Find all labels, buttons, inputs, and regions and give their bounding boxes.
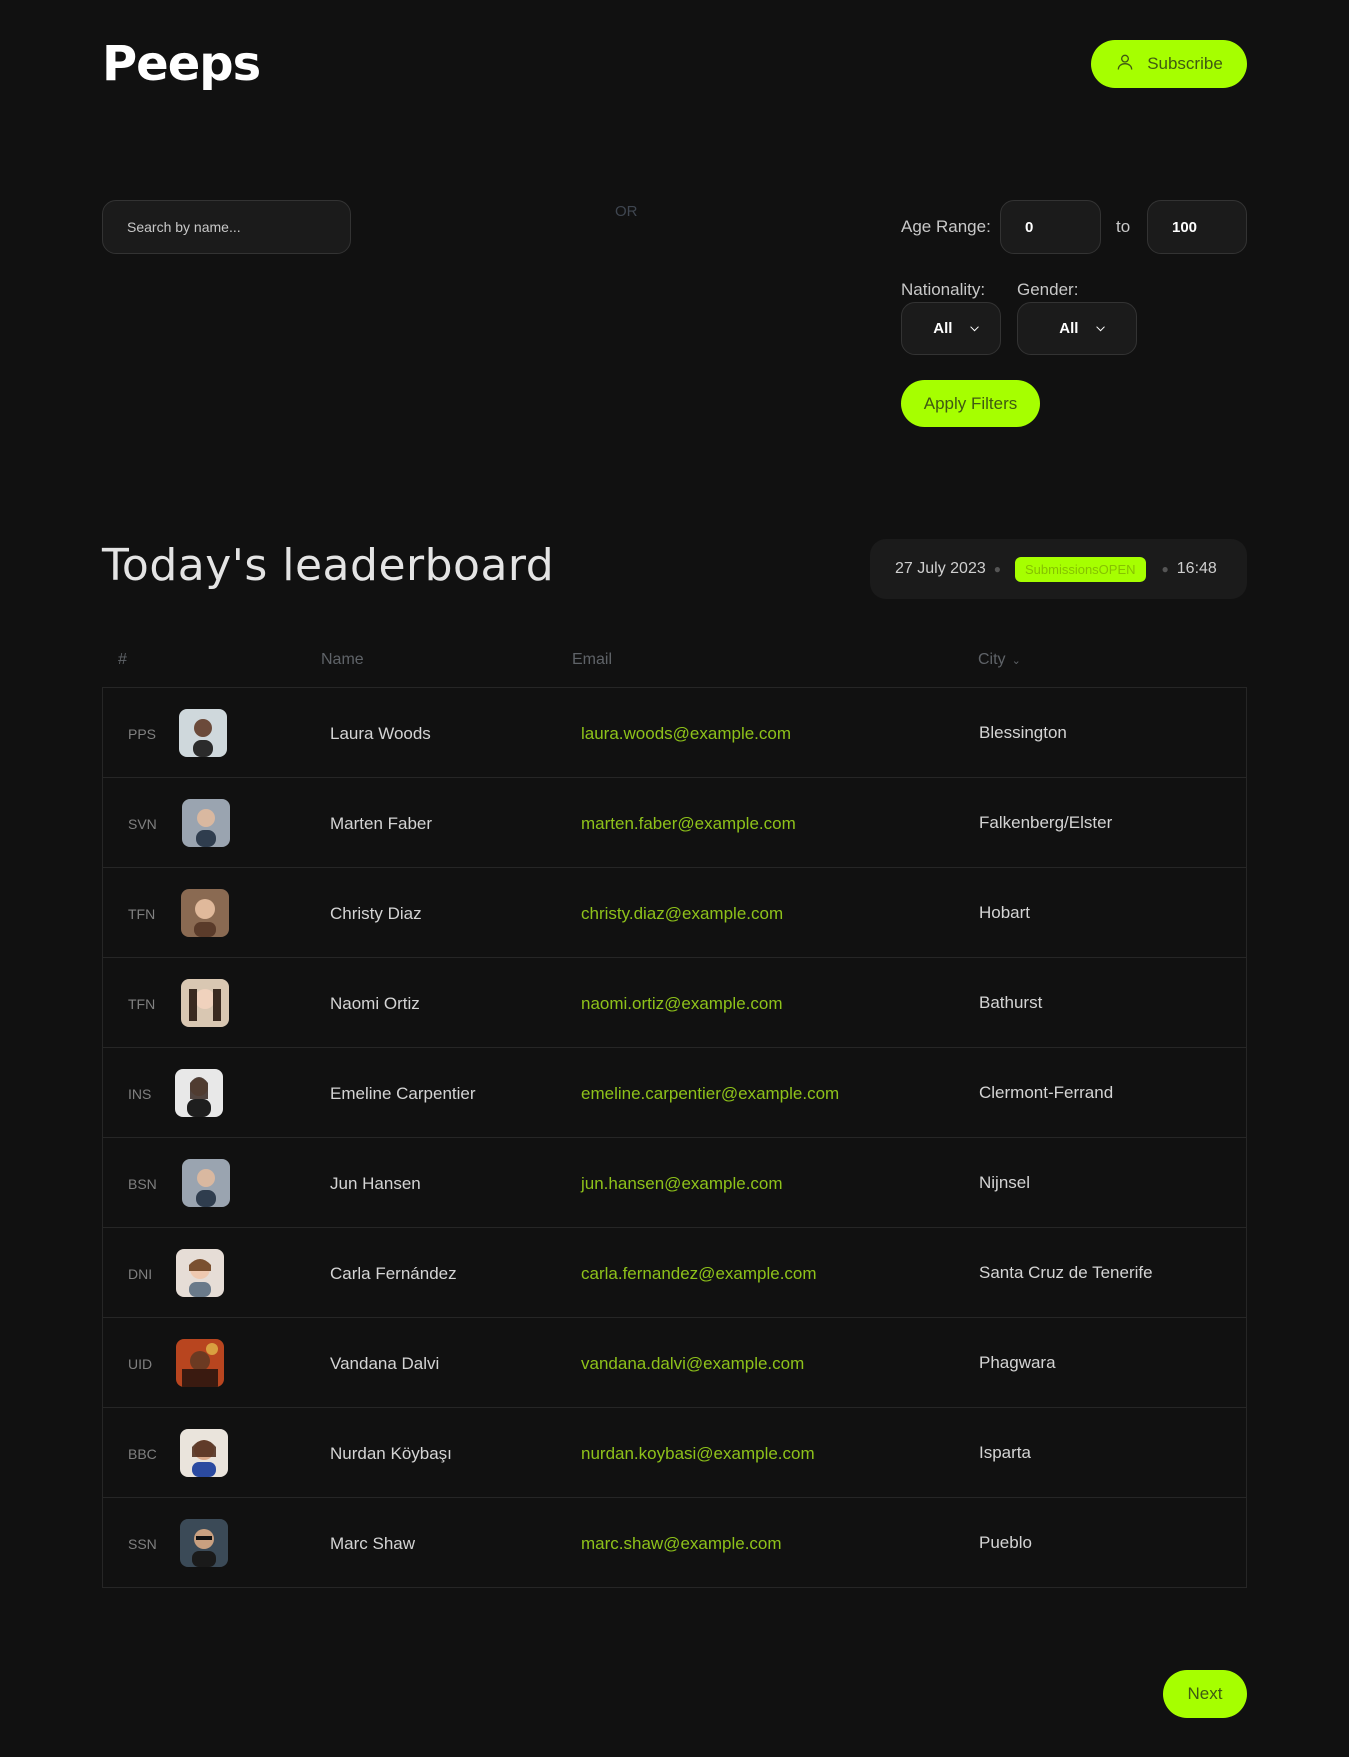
leaderboard-time: 16:48 [1176, 560, 1217, 577]
age-min-input[interactable] [1000, 200, 1101, 254]
page: Peeps Subscribe OR Age Range: to Nationa… [0, 0, 1349, 1757]
person-name: Carla Fernández [330, 1264, 457, 1283]
avatar [182, 799, 230, 847]
leaderboard-title: Today's leaderboard [102, 540, 555, 591]
id-code: UID [128, 1356, 153, 1372]
person-name: Nurdan Köybaşı [330, 1444, 452, 1463]
id-code: SVN [128, 816, 157, 832]
apply-filters-button[interactable]: Apply Filters [901, 380, 1040, 427]
avatar [176, 1249, 224, 1297]
table-row: TFN Naomi Ortiz naomi.ortiz@example.com … [103, 958, 1246, 1048]
column-header-city[interactable]: City ⌄ [978, 651, 1021, 669]
id-code: TFN [128, 996, 156, 1012]
age-range-label: Age Range: [901, 217, 991, 236]
user-icon [1115, 52, 1135, 77]
person-name: Marten Faber [330, 814, 433, 833]
city: Bathurst [979, 993, 1043, 1012]
column-header-number: # [118, 651, 127, 668]
city: Nijnsel [979, 1173, 1031, 1192]
email-link[interactable]: naomi.ortiz@example.com [581, 994, 783, 1014]
chevron-down-icon: ⌵ [1096, 322, 1105, 334]
table-row: SSN Marc Shaw marc.shaw@example.com Pueb… [103, 1498, 1246, 1588]
leaderboard-date: 27 July 2023 [895, 560, 986, 577]
dot-separator: ● [1161, 562, 1169, 576]
id-code: INS [128, 1086, 152, 1102]
city: Pueblo [979, 1533, 1032, 1552]
person-name: Laura Woods [330, 724, 431, 743]
gender-select[interactable]: All ⌵ [1017, 302, 1137, 355]
email-link[interactable]: marc.shaw@example.com [581, 1534, 782, 1554]
email-link[interactable]: nurdan.koybasi@example.com [581, 1444, 815, 1464]
avatar [180, 1429, 228, 1477]
table-row: BBC Nurdan Köybaşı nurdan.koybasi@exampl… [103, 1408, 1246, 1498]
nationality-label: Nationality: [901, 280, 986, 299]
id-code: BSN [128, 1176, 157, 1192]
avatar [179, 709, 227, 757]
leaderboard-table: PPS Laura Woods laura.woods@example.com … [102, 687, 1247, 1588]
nationality-select[interactable]: All ⌵ [901, 302, 1001, 355]
submissions-badge: SubmissionsOPEN [1014, 556, 1146, 582]
email-link[interactable]: vandana.dalvi@example.com [581, 1354, 804, 1374]
age-to-label: to [1116, 217, 1131, 236]
avatar [181, 979, 229, 1027]
table-row: BSN Jun Hansen jun.hansen@example.com Ni… [103, 1138, 1246, 1228]
dot-separator: ● [993, 562, 1001, 576]
id-code: PPS [128, 726, 157, 742]
chevron-down-icon: ⌵ [970, 322, 979, 334]
gender-value: All [1059, 320, 1079, 337]
email-link[interactable]: jun.hansen@example.com [581, 1174, 783, 1194]
next-button[interactable]: Next [1163, 1670, 1247, 1718]
person-name: Emeline Carpentier [330, 1084, 476, 1103]
table-row: DNI Carla Fernández carla.fernandez@exam… [103, 1228, 1246, 1318]
email-link[interactable]: christy.diaz@example.com [581, 904, 783, 924]
or-separator: OR [615, 203, 638, 220]
city: Falkenberg/Elster [979, 813, 1113, 832]
avatar [180, 1519, 228, 1567]
person-name: Marc Shaw [330, 1534, 416, 1553]
table-row: TFN Christy Diaz christy.diaz@example.co… [103, 868, 1246, 958]
person-name: Christy Diaz [330, 904, 422, 923]
id-code: TFN [128, 906, 156, 922]
email-link[interactable]: laura.woods@example.com [581, 724, 791, 744]
person-name: Naomi Ortiz [330, 994, 420, 1013]
city: Isparta [979, 1443, 1031, 1462]
age-max-input[interactable] [1147, 200, 1247, 254]
city: Clermont-Ferrand [979, 1083, 1114, 1102]
city: Hobart [979, 903, 1031, 922]
table-row: INS Emeline Carpentier emeline.carpentie… [103, 1048, 1246, 1138]
status-box: 27 July 2023 ● SubmissionsOPEN ● 16:48 [870, 539, 1247, 599]
column-header-name: Name [321, 651, 364, 668]
subscribe-button[interactable]: Subscribe [1091, 40, 1247, 88]
gender-label: Gender: [1017, 280, 1079, 299]
nationality-value: All [933, 320, 953, 337]
column-header-email: Email [572, 651, 613, 668]
column-header-city-label: City [978, 651, 1006, 668]
email-link[interactable]: marten.faber@example.com [581, 814, 796, 834]
id-code: DNI [128, 1266, 153, 1282]
person-name: Jun Hansen [330, 1174, 421, 1193]
chevron-down-icon: ⌄ [1011, 654, 1021, 667]
person-name: Vandana Dalvi [330, 1354, 440, 1373]
id-code: SSN [128, 1536, 157, 1552]
city: Blessington [979, 723, 1067, 742]
avatar [181, 889, 229, 937]
table-row: UID Vandana Dalvi vandana.dalvi@example.… [103, 1318, 1246, 1408]
table-row: PPS Laura Woods laura.woods@example.com … [103, 688, 1246, 778]
logo: Peeps [102, 36, 261, 92]
city: Santa Cruz de Tenerife [979, 1263, 1153, 1282]
search-input[interactable] [102, 200, 351, 254]
subscribe-label: Subscribe [1147, 54, 1223, 73]
avatar [176, 1339, 224, 1387]
email-link[interactable]: carla.fernandez@example.com [581, 1264, 817, 1284]
email-link[interactable]: emeline.carpentier@example.com [581, 1084, 839, 1104]
avatar [182, 1159, 230, 1207]
city: Phagwara [979, 1353, 1056, 1372]
avatar [175, 1069, 223, 1117]
id-code: BBC [128, 1446, 157, 1462]
table-row: SVN Marten Faber marten.faber@example.co… [103, 778, 1246, 868]
